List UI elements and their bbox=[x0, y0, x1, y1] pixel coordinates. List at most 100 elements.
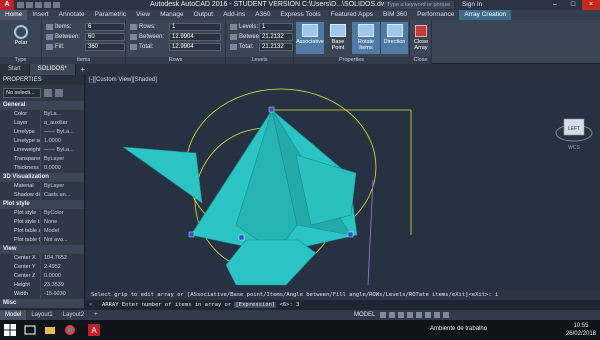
property-row[interactable]: Lineweight —— ByLa... bbox=[0, 146, 84, 155]
snap-icon[interactable] bbox=[389, 312, 395, 318]
grid-icon[interactable] bbox=[380, 312, 386, 318]
add-layout-icon[interactable]: + bbox=[89, 310, 103, 320]
property-value[interactable]: a_auxiliar bbox=[40, 119, 84, 128]
property-row[interactable]: Shadow dis...Casts an... bbox=[0, 191, 84, 200]
polar-tracking-icon[interactable] bbox=[407, 312, 413, 318]
command-input[interactable]: <6>: 3 bbox=[276, 302, 300, 308]
maximize-icon[interactable]: □ bbox=[564, 0, 582, 10]
properties-section-header[interactable]: 3D Visualization bbox=[0, 173, 84, 182]
property-value[interactable]: -15.6030 bbox=[40, 290, 84, 299]
polar-button[interactable]: Polar bbox=[4, 22, 38, 54]
property-row[interactable]: Plot table a...Model bbox=[0, 227, 84, 236]
property-value[interactable]: ByLa... bbox=[40, 110, 84, 119]
property-value[interactable]: 0.0000 bbox=[40, 272, 84, 281]
windows-start-icon[interactable] bbox=[4, 324, 16, 336]
redo-icon[interactable] bbox=[53, 2, 60, 8]
close-array-button[interactable]: Close Array bbox=[411, 22, 431, 54]
properties-section-header[interactable]: View bbox=[0, 245, 84, 254]
angle-between-field[interactable]: 60 bbox=[85, 33, 125, 41]
new-icon[interactable] bbox=[17, 2, 24, 8]
grip-left[interactable] bbox=[188, 231, 195, 238]
property-row[interactable]: TransparencyByLayer bbox=[0, 155, 84, 164]
app-logo[interactable]: A bbox=[0, 0, 14, 10]
properties-section-header[interactable]: General bbox=[0, 101, 84, 110]
tab-manage[interactable]: Manage bbox=[155, 10, 189, 20]
select-objects-icon[interactable] bbox=[55, 89, 63, 97]
lineweight-icon[interactable] bbox=[425, 312, 431, 318]
property-value[interactable]: Model bbox=[40, 227, 84, 236]
property-row[interactable]: Plot table t...Not ava... bbox=[0, 236, 84, 245]
property-value[interactable]: 0.0000 bbox=[40, 164, 84, 173]
grip-right[interactable] bbox=[347, 231, 354, 238]
customize-icon[interactable] bbox=[443, 312, 449, 318]
command-option-expression[interactable]: [Expression] bbox=[234, 302, 277, 308]
property-row[interactable]: Linetype —— ByLa... bbox=[0, 128, 84, 137]
tab-annotate[interactable]: Annotate bbox=[54, 10, 90, 20]
row-total-field[interactable]: 12.9904 bbox=[169, 43, 221, 51]
tab-insert[interactable]: Insert bbox=[27, 10, 53, 20]
property-value[interactable]: 1.0000 bbox=[40, 137, 84, 146]
viewcube[interactable]: LEFT WCS bbox=[552, 107, 596, 151]
quick-select-icon[interactable] bbox=[44, 89, 52, 97]
model-space-toggle[interactable]: MODEL bbox=[354, 310, 375, 320]
property-row[interactable]: Layer a_auxiliar bbox=[0, 119, 84, 128]
rotate-items-button[interactable]: Rotate Items bbox=[352, 22, 380, 54]
layout-tab-model[interactable]: Model bbox=[0, 310, 27, 320]
tab-express-tools[interactable]: Express Tools bbox=[275, 10, 325, 20]
property-value[interactable]: ByLayer bbox=[40, 155, 84, 164]
system-clock[interactable]: 10:55 26/02/2018 bbox=[566, 322, 596, 338]
minimize-icon[interactable]: – bbox=[546, 0, 564, 10]
layout-tab-layout2[interactable]: Layout2 bbox=[58, 310, 89, 320]
tab-a360[interactable]: A360 bbox=[250, 10, 275, 20]
save-icon[interactable] bbox=[35, 2, 42, 8]
sign-in-link[interactable]: Sign In bbox=[462, 1, 482, 8]
command-line[interactable]: × ARRAY Enter number of items in array o… bbox=[86, 300, 600, 310]
tab-featured-apps[interactable]: Featured Apps bbox=[326, 10, 378, 20]
search-input[interactable]: Type a keyword or phrase bbox=[384, 1, 454, 9]
property-row[interactable]: Width -15.6030 bbox=[0, 290, 84, 299]
property-value[interactable]: Casts an... bbox=[40, 191, 84, 200]
autocad-taskbar-icon[interactable]: A bbox=[88, 324, 100, 336]
tab-add-ins[interactable]: Add-ins bbox=[218, 10, 250, 20]
base-point-button[interactable]: Base Point bbox=[325, 22, 351, 54]
tab-array-creation[interactable]: Array Creation bbox=[459, 10, 512, 20]
tab-output[interactable]: Output bbox=[189, 10, 219, 20]
property-value[interactable]: 2.4952 bbox=[40, 263, 84, 272]
property-row[interactable]: Plot style ByColor bbox=[0, 209, 84, 218]
property-row[interactable]: Color ByLa... bbox=[0, 110, 84, 119]
property-value[interactable]: —— ByLa... bbox=[40, 128, 84, 137]
ortho-icon[interactable] bbox=[398, 312, 404, 318]
drawing-canvas[interactable]: [-][Custom View][Shaded] LEFT WCS bbox=[86, 75, 600, 290]
tab-view[interactable]: View bbox=[131, 10, 155, 20]
property-value[interactable]: ByColor bbox=[40, 209, 84, 218]
workspace-icon[interactable] bbox=[434, 312, 440, 318]
undo-icon[interactable] bbox=[44, 2, 51, 8]
rows-field[interactable]: 1 bbox=[169, 23, 221, 31]
osnap-icon[interactable] bbox=[416, 312, 422, 318]
tab-parametric[interactable]: Parametric bbox=[90, 10, 131, 20]
property-value[interactable]: 104.7652 bbox=[40, 254, 84, 263]
grip-top[interactable] bbox=[268, 106, 275, 113]
layout-tab-layout1[interactable]: Layout1 bbox=[26, 310, 57, 320]
property-value[interactable]: —— ByLa... bbox=[40, 146, 84, 155]
doc-tab-start[interactable]: Start bbox=[0, 64, 30, 75]
new-tab-icon[interactable]: + bbox=[76, 64, 90, 75]
direction-button[interactable]: Direction bbox=[381, 22, 408, 54]
property-row[interactable]: Thickness 0.0000 bbox=[0, 164, 84, 173]
property-value[interactable]: Not ava... bbox=[40, 236, 84, 245]
property-row[interactable]: Center Y 2.4952 bbox=[0, 263, 84, 272]
property-row[interactable]: Center Z 0.0000 bbox=[0, 272, 84, 281]
fill-field[interactable]: 360 bbox=[85, 43, 125, 51]
property-row[interactable]: Material ByLayer bbox=[0, 182, 84, 191]
chrome-icon[interactable] bbox=[64, 324, 76, 336]
tab-bim-360[interactable]: BIM 360 bbox=[378, 10, 412, 20]
property-row[interactable]: Linetype sc...1.0000 bbox=[0, 137, 84, 146]
property-value[interactable]: ByLayer bbox=[40, 182, 84, 191]
level-total-field[interactable]: 21.2132 bbox=[259, 43, 293, 51]
level-between-field[interactable]: 21.2132 bbox=[259, 33, 293, 41]
row-between-field[interactable]: 12.9904 bbox=[169, 33, 221, 41]
property-row[interactable]: Plot style t...None bbox=[0, 218, 84, 227]
desktop-label[interactable]: Ambiente de trabalho bbox=[430, 326, 487, 332]
open-icon[interactable] bbox=[26, 2, 33, 8]
grip-bottom[interactable] bbox=[238, 234, 245, 241]
